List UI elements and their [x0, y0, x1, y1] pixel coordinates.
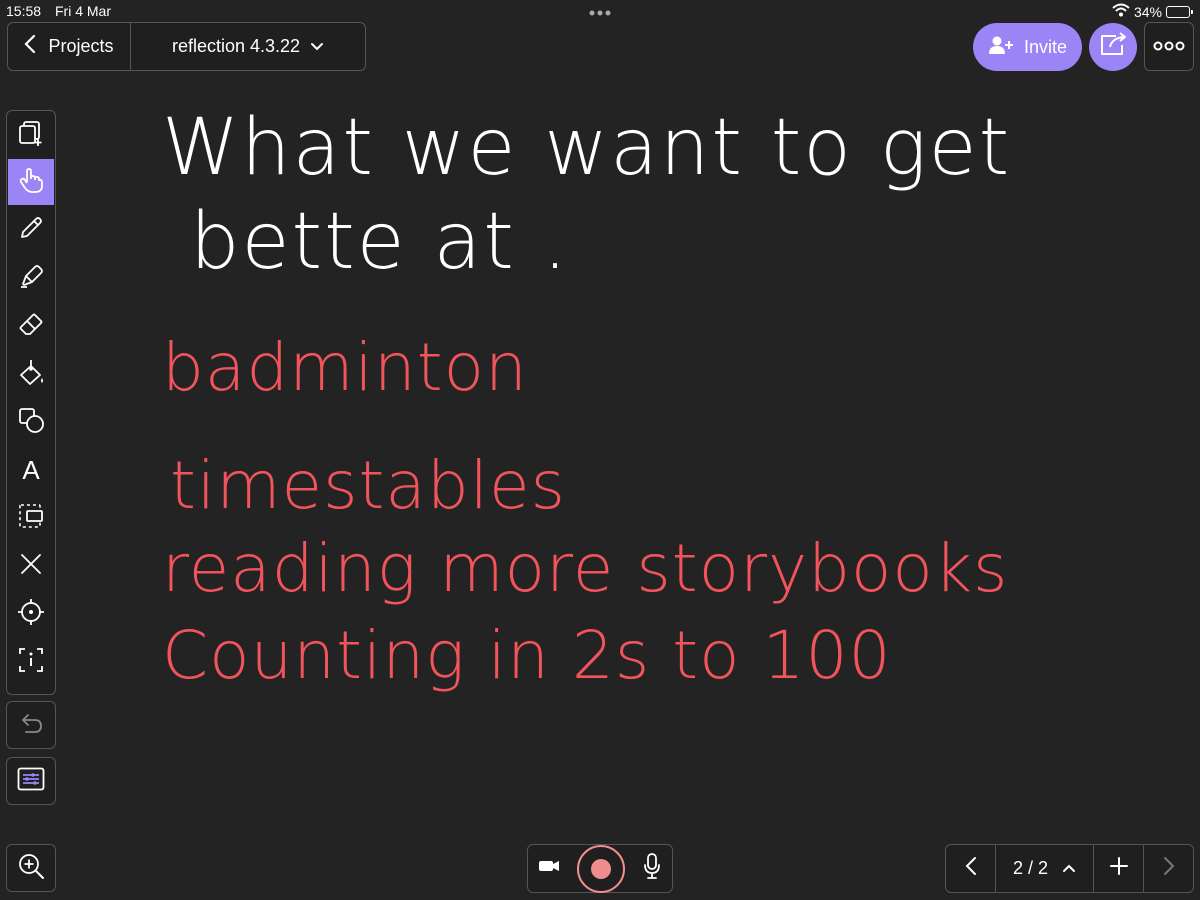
heading-line-2: bette at .: [190, 197, 570, 287]
laser-pointer-tool[interactable]: [8, 591, 54, 637]
wifi-icon: [1112, 3, 1130, 20]
undo-button[interactable]: [6, 701, 56, 749]
more-options-button[interactable]: [1144, 22, 1194, 71]
status-time: 15:58: [6, 3, 42, 19]
chevron-left-icon: [24, 34, 36, 59]
select-tool[interactable]: [8, 495, 54, 541]
fill-tool[interactable]: [8, 351, 54, 397]
previous-page-button[interactable]: [946, 845, 996, 892]
recording-controls: [527, 844, 673, 893]
invite-label: Invite: [1023, 36, 1068, 57]
list-item-counting: Counting in 2s to 100: [162, 617, 892, 694]
undo-icon: [18, 711, 44, 740]
share-icon: [1098, 31, 1128, 63]
microphone-icon[interactable]: [642, 852, 662, 885]
whiteboard-canvas[interactable]: What we want to get bette at . badminton…: [70, 85, 1190, 825]
selection-icon: [17, 502, 45, 535]
shapes-tool[interactable]: [8, 399, 54, 445]
pen-tool[interactable]: [8, 207, 54, 253]
back-to-projects-button[interactable]: Projects: [8, 23, 131, 70]
plus-icon: [1109, 856, 1129, 881]
add-page-button[interactable]: [1094, 845, 1144, 892]
share-button[interactable]: [1089, 23, 1137, 71]
invite-button[interactable]: Invite: [973, 23, 1082, 71]
hand-tool[interactable]: [8, 159, 54, 205]
chevron-left-icon: [965, 856, 977, 881]
record-button[interactable]: [577, 844, 625, 893]
highlighter-tool[interactable]: [8, 255, 54, 301]
page-selector[interactable]: 2 / 2: [996, 845, 1094, 892]
status-bar: 15:58 Fri 4 Mar 34%: [0, 0, 1200, 22]
eraser-icon: [17, 310, 45, 343]
status-date: Fri 4 Mar: [55, 3, 111, 19]
settings-panel-button[interactable]: [6, 757, 56, 805]
top-nav: Projects reflection 4.3.22: [7, 22, 366, 71]
battery-icon: [1166, 5, 1193, 18]
text-tool-label: A: [22, 454, 40, 485]
page-indicator: 2 / 2: [1012, 858, 1049, 878]
heading-line-1: What we want to get: [162, 103, 1012, 193]
text-tool[interactable]: A: [8, 447, 54, 493]
video-camera-icon[interactable]: [538, 859, 560, 878]
project-title-dropdown[interactable]: reflection 4.3.22: [131, 23, 365, 70]
zoom-in-icon: [17, 852, 45, 885]
zoom-button[interactable]: [6, 844, 56, 892]
chevron-down-icon: [310, 36, 324, 57]
page-navigation: 2 / 2: [945, 844, 1194, 893]
chevron-right-icon: [1163, 856, 1175, 881]
drawing-toolbar: A: [6, 110, 56, 695]
status-right: 34%: [1112, 3, 1193, 20]
list-item-timestables: timestables: [170, 447, 567, 524]
next-page-button[interactable]: [1144, 845, 1193, 892]
back-label: Projects: [48, 36, 114, 56]
eraser-tool[interactable]: [8, 303, 54, 349]
add-user-icon: [988, 35, 1014, 60]
info-tool[interactable]: [8, 639, 54, 685]
sliders-icon: [17, 767, 45, 796]
project-title: reflection 4.3.22: [171, 36, 301, 56]
multitasking-dots-icon[interactable]: [588, 4, 612, 20]
add-page-tool[interactable]: [8, 112, 54, 158]
record-dot-icon: [591, 858, 611, 879]
crosshair-icon: [17, 598, 45, 631]
info-frame-icon: [17, 646, 45, 679]
chevron-up-icon: [1062, 860, 1076, 878]
highlighter-icon: [17, 262, 45, 295]
close-icon: [17, 550, 45, 583]
clear-tool[interactable]: [8, 543, 54, 589]
list-item-reading: reading more storybooks: [162, 530, 1009, 607]
more-horizontal-icon: [1153, 38, 1185, 56]
battery-percent: 34%: [1133, 3, 1162, 20]
shapes-icon: [17, 406, 45, 439]
paint-bucket-icon: [17, 358, 45, 391]
hand-pointer-icon: [17, 166, 45, 199]
pencil-icon: [17, 214, 45, 247]
list-item-badminton: badminton: [162, 329, 528, 406]
copy-plus-icon: [17, 119, 45, 152]
